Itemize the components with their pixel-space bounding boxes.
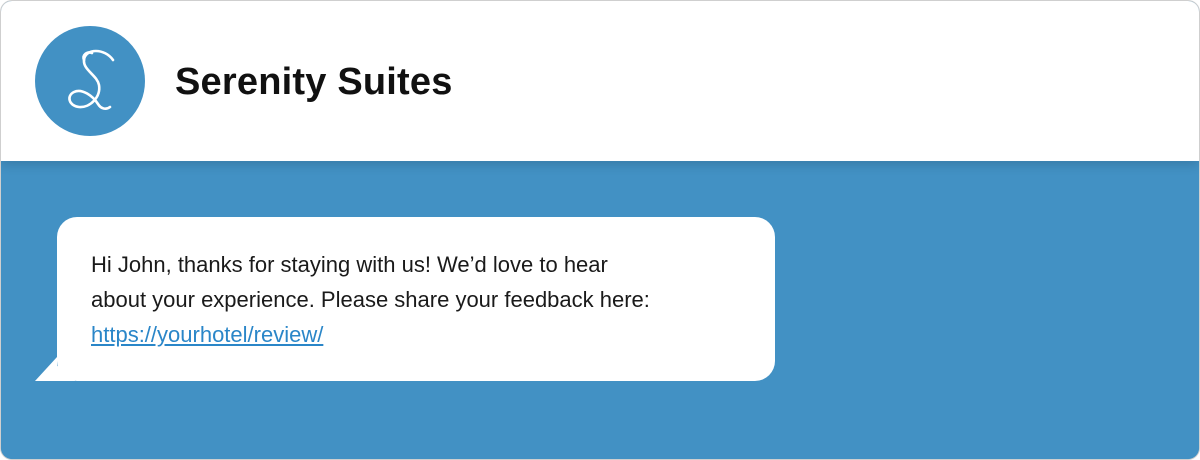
review-link[interactable]: https://yourhotel/review/	[91, 317, 323, 352]
message-text: Hi John, thanks for staying with us! We’…	[91, 247, 741, 352]
script-s-logo-icon	[68, 49, 115, 110]
incoming-message-bubble: Hi John, thanks for staying with us! We’…	[57, 217, 775, 381]
conversation-header: Serenity Suites	[1, 1, 1199, 161]
message-line-2: about your experience. Please share your…	[91, 287, 650, 312]
message-area: Hi John, thanks for staying with us! We’…	[1, 161, 1199, 459]
message-bubble-wrapper: Hi John, thanks for staying with us! We’…	[35, 217, 775, 381]
sms-preview-card: Serenity Suites Hi John, thanks for stay…	[0, 0, 1200, 460]
hotel-name-title: Serenity Suites	[175, 61, 453, 103]
hotel-avatar	[35, 26, 145, 136]
message-line-1: Hi John, thanks for staying with us! We’…	[91, 252, 608, 277]
